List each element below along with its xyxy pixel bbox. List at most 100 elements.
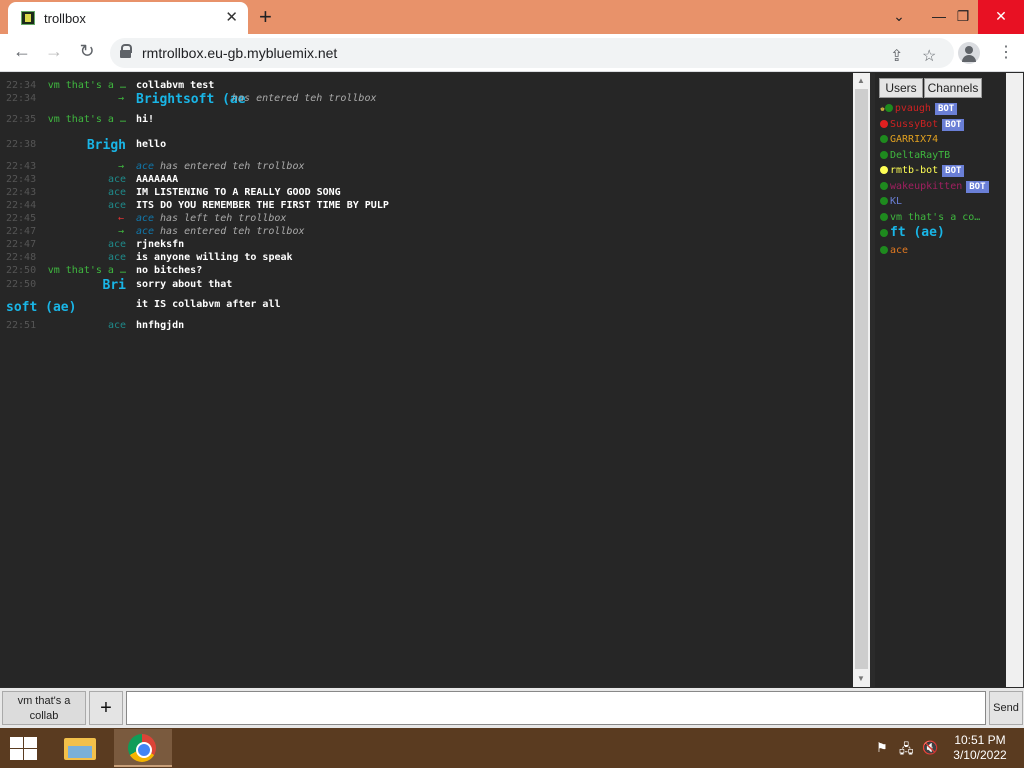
message-nick[interactable]: ace	[40, 239, 126, 250]
user-list-item[interactable]: SussyBot BOT	[880, 118, 965, 133]
status-dot-icon	[880, 135, 888, 143]
chat-message: 22:44 ace ITS DO YOU REMEMBER THE FIRST TI…	[0, 200, 853, 214]
join-nick[interactable]: Brightsoft (ae	[136, 92, 246, 107]
add-room-button[interactable]: +	[89, 691, 123, 725]
message-input[interactable]	[126, 691, 986, 725]
windows-start-icon[interactable]	[8, 736, 38, 760]
chat-message: 22:34 → Brightsoft (ae has entered teh trol…	[0, 92, 853, 107]
message-time: 22:43	[6, 161, 37, 172]
message-text: sorry about that	[136, 279, 233, 290]
user-name: ft (ae)	[890, 225, 945, 240]
forward-arrow-icon[interactable]: →	[42, 41, 66, 62]
sidebar-scrollbar[interactable]	[1006, 73, 1023, 687]
message-text: rjneksfn	[136, 239, 185, 250]
message-nick[interactable]: vm that's a …	[40, 265, 126, 276]
message-nick[interactable]: Brigh	[40, 138, 126, 153]
join-nick[interactable]: ace	[136, 226, 154, 237]
network-icon[interactable]: 🖧	[899, 740, 914, 762]
message-nick[interactable]: ace	[40, 187, 126, 198]
user-list-item[interactable]: ♚ pvaugh BOT	[880, 103, 958, 117]
message-text: AAAAAAA	[136, 174, 179, 185]
chat-log: 22:34 vm that's a … collabvm test 22:34 → Bri…	[0, 73, 853, 687]
user-list-item[interactable]: GARRIX74	[880, 134, 938, 148]
system-clock[interactable]: 10:51 PM 3/10/2022	[945, 733, 1015, 763]
message-time: 22:35	[6, 114, 37, 125]
tab-channels[interactable]: Channels	[924, 78, 982, 98]
reload-icon[interactable]: ↻	[75, 41, 99, 62]
join-nick[interactable]: ace	[136, 161, 154, 172]
chrome-taskbar-button[interactable]	[114, 729, 172, 767]
user-list-item[interactable]: ace	[880, 245, 908, 259]
user-list-item[interactable]: rmtb-bot BOT	[880, 165, 965, 179]
join-arrow-icon: →	[118, 93, 125, 104]
join-arrow-icon: →	[118, 226, 125, 237]
chat-message: 22:47 → ace has entered teh trollbox	[0, 226, 853, 240]
chat-message: 22:50 vm that's a … no bitches?	[0, 265, 853, 279]
volume-muted-icon[interactable]: 🔇	[922, 740, 938, 756]
address-bar[interactable]: rmtrollbox.eu-gb.mybluemix.net ⇪ ☆	[110, 38, 954, 68]
message-nick[interactable]: soft (ae)	[6, 300, 116, 315]
message-time: 22:47	[6, 239, 37, 250]
chat-message: 22:48 ace is anyone willing to speak	[0, 252, 853, 266]
message-nick[interactable]: vm that's a …	[40, 80, 126, 91]
status-dot-icon	[880, 181, 888, 190]
status-dot-icon	[880, 119, 888, 128]
new-tab-button[interactable]: +	[259, 4, 272, 30]
system-text: has entered teh trollbox	[160, 226, 305, 237]
browser-toolbar: ← → ↻ rmtrollbox.eu-gb.mybluemix.net ⇪ ☆…	[0, 34, 1024, 72]
user-name: ace	[890, 245, 909, 256]
back-arrow-icon[interactable]: ←	[10, 41, 34, 62]
message-nick[interactable]: Bri	[40, 278, 126, 293]
bot-badge: BOT	[942, 118, 965, 131]
url-text: rmtrollbox.eu-gb.mybluemix.net	[142, 45, 338, 61]
system-text: has left teh trollbox	[160, 213, 287, 224]
bookmark-star-icon[interactable]: ☆	[922, 46, 936, 66]
chat-scrollbar[interactable]: ▲ ▼	[853, 73, 870, 687]
message-nick[interactable]: ace	[40, 320, 126, 331]
tab-close-icon[interactable]: ✕	[225, 8, 238, 26]
menu-kebab-icon[interactable]: ⋮	[998, 42, 1014, 62]
message-time: 22:34	[6, 93, 37, 104]
scroll-thumb[interactable]	[855, 89, 868, 669]
chrome-icon	[128, 734, 156, 762]
message-nick[interactable]: ace	[40, 174, 126, 185]
user-list-item[interactable]: KL	[880, 196, 902, 210]
scroll-down-icon[interactable]: ▼	[857, 674, 865, 683]
message-nick[interactable]: ace	[40, 200, 126, 211]
message-time: 22:44	[6, 200, 37, 211]
message-text: no bitches?	[136, 265, 203, 276]
message-time: 22:43	[6, 174, 37, 185]
user-name: rmtb-bot	[890, 165, 939, 176]
message-text: hello	[136, 139, 167, 150]
action-center-flag-icon[interactable]: ⚑	[876, 740, 888, 756]
chat-message: 22:34 vm that's a … collabvm test	[0, 80, 853, 94]
status-dot-icon	[880, 150, 888, 159]
user-list-item[interactable]: DeltaRayTB	[880, 150, 950, 164]
message-time: 22:45	[6, 213, 37, 224]
message-nick[interactable]: ace	[40, 252, 126, 263]
chat-message: 22:43 ace AAAAAAA	[0, 174, 853, 188]
browser-tab[interactable]: trollbox ✕	[8, 2, 248, 34]
send-button[interactable]: Send	[989, 691, 1023, 725]
chat-message: 22:47 ace rjneksfn	[0, 239, 853, 253]
tab-users[interactable]: Users	[879, 78, 923, 98]
message-nick[interactable]: vm that's a …	[40, 114, 126, 125]
profile-avatar-icon[interactable]	[958, 42, 980, 64]
message-text: is anyone willing to speak	[136, 252, 293, 263]
user-list-item[interactable]: vm that's a co…	[880, 212, 980, 226]
user-sidebar: Users Channels ♚ pvaugh BOT SussyBot BOT GARR…	[875, 73, 1006, 687]
scroll-up-icon[interactable]: ▲	[857, 76, 865, 85]
message-composer: vm that's a collab + Send	[0, 688, 1024, 728]
file-explorer-icon[interactable]	[62, 734, 98, 762]
message-time: 22:34	[6, 80, 37, 91]
status-dot-icon	[880, 197, 888, 205]
share-icon[interactable]: ⇪	[890, 46, 903, 66]
user-list-item[interactable]: wakeupkitten BOT	[880, 180, 989, 195]
join-nick[interactable]: ace	[136, 213, 154, 224]
current-room-button[interactable]: vm that's a collab	[2, 691, 86, 725]
window-close-button[interactable]: ✕	[978, 0, 1024, 34]
chat-message: 22:35 vm that's a … hi!	[0, 114, 853, 128]
join-arrow-icon: →	[118, 161, 125, 172]
user-list-item[interactable]: ft (ae)	[880, 225, 945, 240]
lock-icon	[120, 44, 132, 58]
